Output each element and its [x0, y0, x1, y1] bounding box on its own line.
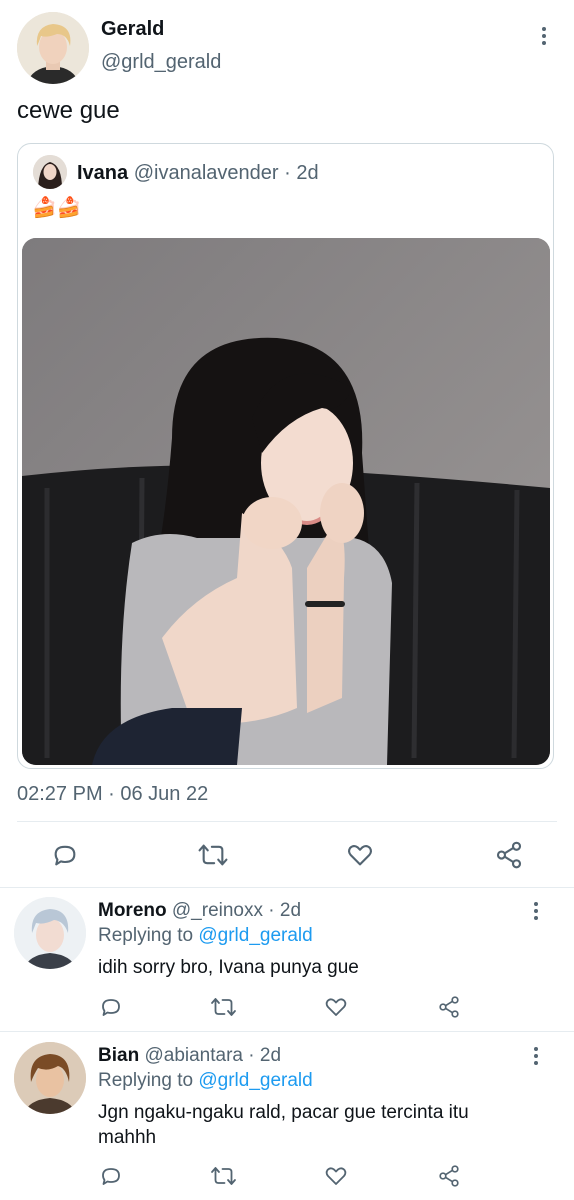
- share-icon[interactable]: [437, 1164, 461, 1188]
- divider: [0, 887, 574, 888]
- share-icon[interactable]: [494, 840, 524, 870]
- replying-to: Replying to @grld_gerald: [98, 925, 313, 947]
- quoted-author-handle[interactable]: @ivanalavender: [134, 162, 279, 184]
- retweet-icon[interactable]: [210, 995, 237, 1019]
- reply-avatar[interactable]: [14, 1042, 86, 1114]
- reply-avatar[interactable]: [14, 897, 86, 969]
- more-vertical-icon[interactable]: [531, 902, 541, 920]
- reply-header: Bian @abiantara · 2d: [98, 1045, 281, 1067]
- quoted-tweet-photo[interactable]: [22, 238, 550, 765]
- meta-separator: ·: [284, 162, 291, 184]
- like-icon[interactable]: [324, 1164, 348, 1188]
- more-vertical-icon[interactable]: [539, 27, 549, 45]
- mention-link[interactable]: @grld_gerald: [198, 925, 312, 946]
- divider: [17, 821, 557, 822]
- retweet-icon[interactable]: [197, 841, 229, 869]
- reply-author-handle[interactable]: @_reinoxx: [172, 900, 263, 921]
- replying-label: Replying to: [98, 925, 194, 946]
- quoted-author-avatar[interactable]: [33, 155, 67, 189]
- author-handle[interactable]: @grld_gerald: [101, 51, 221, 74]
- more-vertical-icon[interactable]: [531, 1047, 541, 1065]
- quoted-tweet-card[interactable]: Ivana @ivanalavender · 2d 🍰🍰: [17, 143, 554, 769]
- reply-text: idih sorry bro, Ivana punya gue: [98, 957, 359, 978]
- reply-icon[interactable]: [99, 1164, 123, 1188]
- replying-label: Replying to: [98, 1070, 194, 1091]
- tweet-text: cewe gue: [17, 97, 120, 124]
- reply-time: · 2d: [248, 1045, 282, 1066]
- replying-to: Replying to @grld_gerald: [98, 1070, 313, 1092]
- quoted-author-name[interactable]: Ivana: [77, 162, 128, 184]
- reply-author-name[interactable]: Moreno: [98, 900, 167, 921]
- reply-icon[interactable]: [51, 841, 79, 869]
- retweet-icon[interactable]: [210, 1164, 237, 1188]
- mention-link[interactable]: @grld_gerald: [198, 1070, 312, 1091]
- reply-author-handle[interactable]: @abiantara: [144, 1045, 243, 1066]
- like-icon[interactable]: [324, 995, 348, 1019]
- author-name[interactable]: Gerald: [101, 18, 164, 41]
- reply-header: Moreno @_reinoxx · 2d: [98, 900, 301, 922]
- like-icon[interactable]: [346, 841, 374, 869]
- reply-icon[interactable]: [99, 995, 123, 1019]
- author-avatar[interactable]: [17, 12, 89, 84]
- reply-author-name[interactable]: Bian: [98, 1045, 139, 1066]
- reply-text: Jgn ngaku-ngaku rald, pacar gue tercinta…: [98, 1102, 469, 1148]
- divider: [0, 1031, 574, 1032]
- quoted-tweet-meta: Ivana @ivanalavender · 2d: [77, 162, 319, 185]
- quoted-tweet-time: 2d: [296, 162, 319, 184]
- share-icon[interactable]: [437, 995, 461, 1019]
- tweet-timestamp: 02:27 PM · 06 Jun 22: [17, 783, 209, 805]
- quoted-tweet-text: 🍰🍰: [32, 197, 82, 219]
- reply-time: · 2d: [268, 900, 302, 921]
